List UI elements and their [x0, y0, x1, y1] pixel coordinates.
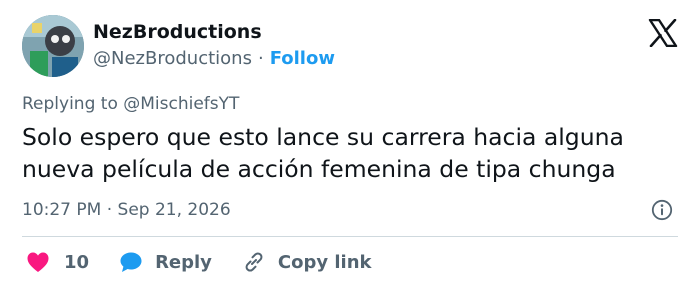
heart-icon: [27, 252, 49, 272]
tweet-line: Solo espero que esto lance su carrera ha…: [22, 123, 624, 151]
author-handle[interactable]: @NezBroductions: [93, 48, 252, 69]
follow-button[interactable]: Follow: [270, 48, 335, 69]
divider: [22, 236, 678, 237]
avatar-image: [22, 15, 84, 77]
separator-dot: ·: [257, 48, 264, 69]
author-name[interactable]: NezBroductions: [93, 21, 262, 43]
reply-context: Replying to @MischiefsYT: [22, 94, 239, 114]
reply-button[interactable]: Reply: [119, 251, 212, 273]
copy-link-label: Copy link: [277, 251, 372, 273]
tweet-timestamp[interactable]: 10:27 PM · Sep 21, 2026: [22, 200, 231, 220]
action-bar: 10 Reply Copy link: [22, 248, 372, 276]
tweet-text: Solo espero que esto lance su carrera ha…: [22, 121, 682, 185]
copy-link-button[interactable]: Copy link: [242, 250, 372, 274]
link-icon: [245, 252, 263, 272]
reply-context-prefix: Replying to: [22, 94, 118, 114]
tweet-line: nueva película de acción femenina de tip…: [22, 155, 616, 183]
avatar[interactable]: [22, 15, 84, 77]
like-count: 10: [64, 251, 90, 273]
reply-bubble-icon: [120, 252, 142, 272]
like-button[interactable]: 10: [22, 251, 89, 273]
author-handle-row: @NezBroductions · Follow: [93, 48, 335, 69]
x-logo-icon[interactable]: [648, 19, 678, 47]
reply-context-mention[interactable]: @MischiefsYT: [123, 94, 239, 114]
info-icon[interactable]: [651, 199, 673, 221]
reply-label: Reply: [155, 251, 212, 273]
